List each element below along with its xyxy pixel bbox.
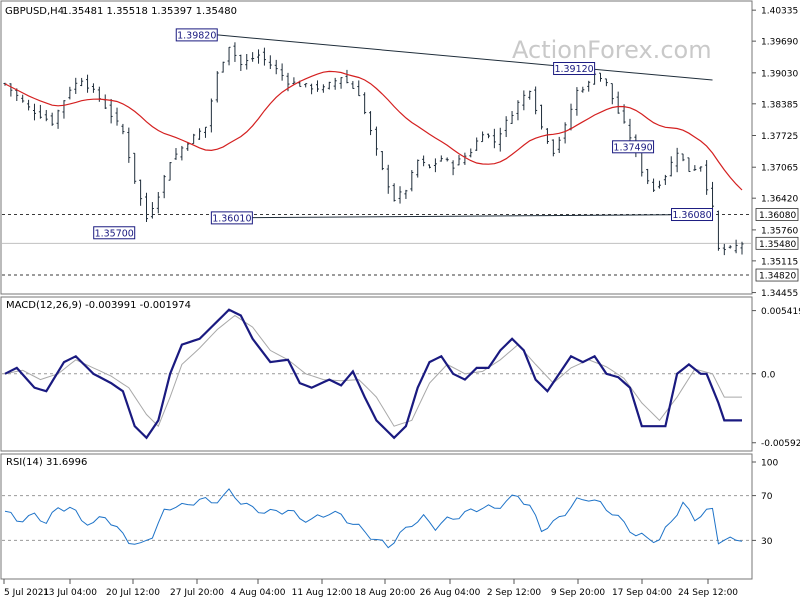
x-tick-label: 2 Sep 12:00: [487, 588, 542, 598]
price-y-tick-label: 1.34455: [761, 289, 798, 299]
x-tick-label: 26 Aug 04:00: [420, 588, 481, 598]
chart-root: ActionForex.com GBPUSD,H4 1.35481 1.3551…: [0, 0, 800, 598]
x-tick-label: 9 Sep 20:00: [551, 588, 606, 598]
rsi-y-tick-label: 70: [761, 492, 773, 502]
rsi-y-tick-label: 100: [761, 459, 778, 469]
price-annotation: 1.36080: [672, 210, 711, 221]
price-y-tick-label: 1.39030: [761, 69, 798, 79]
price-y-tick-label: 1.35760: [761, 226, 798, 236]
watermark: ActionForex.com: [512, 36, 712, 64]
x-tick-label: 17 Sep 04:00: [612, 588, 672, 598]
macd-y-tick-label: -0.005921: [761, 439, 800, 449]
level-label: 1.36080: [759, 211, 796, 221]
level-label: 1.34820: [759, 272, 796, 282]
x-tick-label: 24 Sep 12:00: [678, 588, 738, 598]
price-y-tick-label: 1.39690: [761, 38, 798, 48]
price-y-tick-label: 1.36420: [761, 195, 798, 205]
x-tick-label: 20 Jul 12:00: [106, 588, 160, 598]
x-tick-label: 18 Aug 20:00: [355, 588, 416, 598]
price-annotation: 1.37490: [613, 142, 652, 153]
macd-y-tick-label: 0.005419: [761, 307, 800, 317]
price-annotation: 1.36010: [212, 213, 251, 224]
macd-y-tick-label: 0.0: [761, 370, 776, 380]
ohlc-label: 1.35481 1.35518 1.35397 1.35480: [62, 6, 237, 17]
price-annotation: 1.39820: [177, 30, 216, 41]
x-tick-label: 11 Aug 12:00: [292, 588, 353, 598]
price-y-tick-label: 1.40335: [761, 7, 798, 17]
rsi-title: RSI(14) 31.6996: [6, 457, 87, 468]
x-tick-label: 4 Aug 04:00: [231, 588, 286, 598]
price-y-tick-label: 1.35115: [761, 257, 798, 267]
rsi-y-tick-label: 30: [761, 537, 773, 547]
x-tick-label: 13 Jul 04:00: [43, 588, 97, 598]
rsi-panel: [0, 453, 753, 580]
price-annotation: 1.39120: [554, 64, 593, 75]
price-y-tick-label: 1.37065: [761, 164, 798, 174]
macd-title: MACD(12,26,9) -0.003991 -0.001974: [6, 300, 191, 311]
symbol-label: GBPUSD,H4: [5, 6, 64, 17]
price-y-tick-label: 1.37725: [761, 132, 798, 142]
price-annotation: 1.35700: [95, 228, 134, 239]
price-y-tick-label: 1.38385: [761, 100, 798, 110]
level-label: 1.35480: [759, 240, 796, 250]
x-tick-label: 27 Jul 20:00: [170, 588, 224, 598]
